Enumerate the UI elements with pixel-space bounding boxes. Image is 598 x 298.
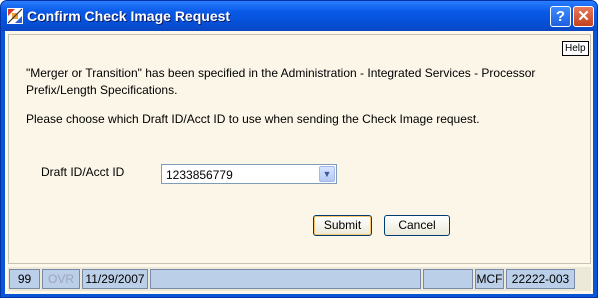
app-icon xyxy=(7,8,23,24)
instruction-text: Please choose which Draft ID/Acct ID to … xyxy=(26,112,480,126)
status-cell-code: 99 xyxy=(9,269,40,289)
status-bar: 99 OVR 11/29/2007 MCF 22222-003 xyxy=(8,267,591,291)
draft-id-select[interactable]: 1233856779 ▼ xyxy=(161,164,337,184)
close-button[interactable]: ✕ xyxy=(573,6,594,27)
window-title: Confirm Check Image Request xyxy=(27,8,231,24)
help-title-button[interactable]: ? xyxy=(550,6,571,27)
submit-button[interactable]: Submit xyxy=(313,215,372,236)
status-cell-date: 11/29/2007 xyxy=(82,269,148,289)
message-text: "Merger or Transition" has been specifie… xyxy=(26,66,536,97)
help-link[interactable]: Help xyxy=(562,41,589,56)
cancel-button[interactable]: Cancel xyxy=(384,215,450,236)
draft-id-label: Draft ID/Acct ID xyxy=(41,165,125,179)
dialog-window: Confirm Check Image Request ? ✕ Help "Me… xyxy=(0,0,598,298)
draft-id-value: 1233856779 xyxy=(166,168,233,182)
status-cell-message xyxy=(150,269,421,289)
title-bar[interactable]: Confirm Check Image Request ? ✕ xyxy=(1,1,597,31)
status-cell-account: 22222-003 xyxy=(506,269,575,289)
chevron-down-icon[interactable]: ▼ xyxy=(319,166,335,182)
status-cell-mcf: MCF xyxy=(475,269,504,289)
status-cell-blank xyxy=(423,269,473,289)
dialog-body: Help "Merger or Transition" has been spe… xyxy=(5,31,593,294)
message-panel: Help "Merger or Transition" has been spe… xyxy=(8,34,591,264)
status-cell-ovr: OVR xyxy=(42,269,80,289)
